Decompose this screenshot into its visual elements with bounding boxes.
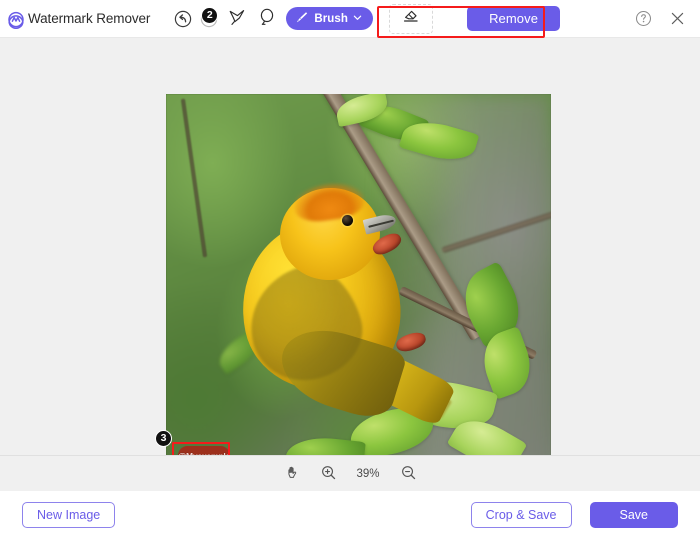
zoom-in-icon (320, 464, 337, 484)
close-x-icon (669, 10, 686, 27)
wave-circle-logo-icon (6, 9, 26, 29)
zoom-level-label: 39% (353, 468, 383, 480)
brush-button-label: Brush (314, 13, 348, 25)
brush-tool-button[interactable]: Brush (286, 7, 373, 30)
eraser-tool-slot[interactable] (389, 4, 433, 34)
brush-mask-overlay: @Myexample (178, 446, 230, 455)
undo-button-wrap (170, 6, 196, 32)
app-footer: New Image Crop & Save Save (0, 491, 700, 538)
bird-foot-lower (394, 330, 427, 354)
header-right-controls (630, 6, 700, 32)
bird-eye (342, 215, 353, 226)
new-image-button[interactable]: New Image (22, 502, 115, 528)
source-image[interactable]: @Myexample (166, 94, 551, 455)
watermark-text: @Myexample (178, 451, 230, 456)
app-header: Watermark Remover (0, 0, 700, 38)
paint-brush-icon (295, 10, 309, 27)
watermark[interactable]: @Myexample (178, 446, 230, 455)
polygon-lasso-icon (227, 7, 247, 30)
close-button[interactable] (664, 6, 690, 32)
app-title: Watermark Remover (28, 11, 150, 26)
brand: Watermark Remover (0, 9, 150, 29)
remove-button[interactable]: Remove (467, 6, 560, 31)
crop-and-save-button[interactable]: Crop & Save (471, 502, 572, 528)
watermark-remover-window: Watermark Remover (0, 0, 700, 538)
zoom-out-icon (400, 464, 417, 484)
eraser-icon (401, 6, 421, 31)
polygon-lasso-tool-button[interactable] (222, 6, 252, 32)
annotation-badge-2: 2 (201, 7, 218, 24)
footer-right-actions: Crop & Save Save (471, 502, 678, 528)
lasso-tool-button[interactable] (252, 6, 282, 32)
hand-pan-button[interactable] (281, 463, 303, 485)
redo-button-wrap: 2 (196, 6, 222, 32)
annotation-badge-3: 3 (155, 430, 172, 447)
save-button[interactable]: Save (590, 502, 679, 528)
bird-subject (236, 182, 451, 417)
undo-button[interactable] (170, 6, 196, 32)
question-mark-circle-icon (635, 10, 652, 27)
hand-pan-icon (284, 464, 301, 484)
toolbar: 2 (170, 4, 433, 34)
undo-arrow-icon (174, 10, 192, 28)
zoom-toolbar: 39% (0, 455, 700, 491)
help-button[interactable] (630, 6, 656, 32)
lasso-icon (257, 7, 277, 30)
editor-canvas[interactable]: @Myexample 3 (0, 38, 700, 455)
chevron-down-icon (353, 13, 362, 25)
zoom-out-button[interactable] (397, 463, 419, 485)
zoom-in-button[interactable] (317, 463, 339, 485)
